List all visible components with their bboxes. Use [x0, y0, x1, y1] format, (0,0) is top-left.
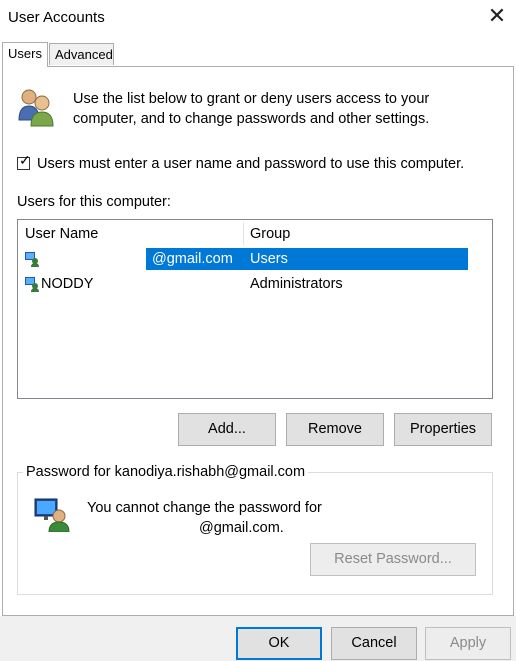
- column-header-username[interactable]: User Name: [25, 226, 98, 242]
- users-listbox[interactable]: [17, 219, 493, 399]
- add-button[interactable]: Add...: [178, 413, 276, 446]
- user-password-icon: [34, 498, 70, 532]
- users-list-label: Users for this computer:: [17, 194, 171, 210]
- apply-button[interactable]: Apply: [425, 627, 511, 660]
- column-header-group[interactable]: Group: [250, 226, 290, 242]
- row-username: @gmail.com: [152, 251, 233, 267]
- row-group: Administrators: [250, 276, 343, 292]
- must-login-label[interactable]: Users must enter a user name and passwor…: [37, 156, 464, 172]
- users-pair-icon: [18, 89, 54, 127]
- intro-text: Use the list below to grant or deny user…: [73, 91, 430, 127]
- user-icon: [25, 277, 39, 292]
- row-username[interactable]: NODDY: [41, 273, 93, 295]
- row-group: Users: [250, 251, 288, 267]
- properties-button[interactable]: Properties: [394, 413, 492, 446]
- tab-users[interactable]: Users: [2, 42, 48, 67]
- remove-button[interactable]: Remove: [286, 413, 384, 446]
- redacted-mask: [22, 248, 146, 270]
- tab-advanced[interactable]: Advanced: [49, 43, 114, 65]
- reset-password-button[interactable]: Reset Password...: [310, 543, 476, 576]
- password-message-line2: @gmail.com.: [199, 520, 284, 536]
- password-message-line1: You cannot change the password for: [87, 500, 322, 516]
- user-icon: [25, 252, 39, 267]
- checkmark-icon: ✓: [19, 152, 31, 168]
- password-group-title: Password for kanodiya.rishabh@gmail.com: [23, 464, 309, 480]
- cancel-button[interactable]: Cancel: [331, 627, 417, 660]
- window-title: User Accounts: [8, 9, 105, 26]
- ok-button[interactable]: OK: [236, 627, 322, 660]
- column-divider: [243, 222, 244, 246]
- close-icon[interactable]: ✕: [486, 5, 508, 27]
